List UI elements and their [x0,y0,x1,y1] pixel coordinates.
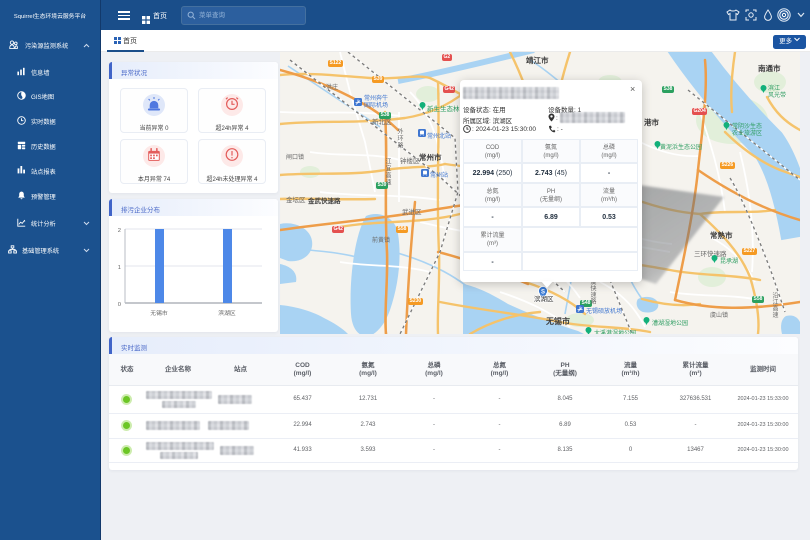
svg-text:0: 0 [118,302,121,308]
svg-text:1: 1 [118,265,121,271]
svg-text:2: 2 [118,228,121,234]
svg-text:滨湖区: 滨湖区 [218,309,236,317]
svg-text:无锡市: 无锡市 [150,309,168,317]
